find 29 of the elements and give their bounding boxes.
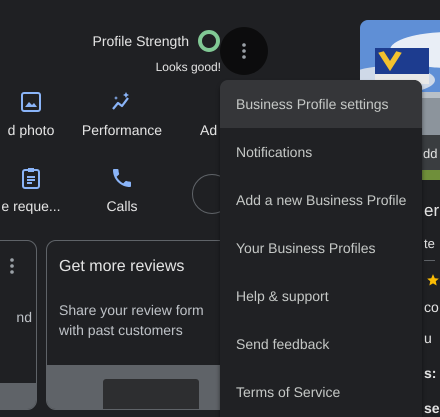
- action-button[interactable]: Performance: [62, 90, 182, 146]
- card-title: Get more reviews: [59, 257, 184, 277]
- description-text: u: [424, 328, 432, 348]
- card-description: nd: [15, 308, 33, 327]
- action-button[interactable]: e reque...: [0, 166, 62, 222]
- menu-item[interactable]: Terms of Service: [220, 368, 422, 416]
- menu-item[interactable]: Your Business Profiles: [220, 224, 422, 272]
- action-button[interactable]: Calls: [62, 166, 182, 222]
- star-icon: [426, 272, 440, 286]
- profile-strength-label: Profile Strength: [92, 32, 189, 51]
- menu-item[interactable]: Send feedback: [220, 320, 422, 368]
- phone-icon: [110, 166, 134, 190]
- action-button[interactable]: d photo: [0, 90, 62, 146]
- info-label: se: [424, 398, 440, 417]
- kebab-icon: [242, 43, 246, 59]
- image-icon: [19, 90, 43, 114]
- description-text: co: [424, 298, 439, 316]
- progress-ring: [197, 29, 221, 53]
- tab-label[interactable]: te: [424, 234, 435, 260]
- menu-item[interactable]: Business Profile settings: [220, 80, 422, 128]
- business-name: er: [424, 200, 440, 222]
- profile-strength-status: Looks good!: [156, 59, 221, 76]
- card-description: Share your review form with past customers: [59, 301, 205, 340]
- info-label: s:: [424, 364, 436, 382]
- menu-item[interactable]: Notifications: [220, 128, 422, 176]
- menu-item[interactable]: Add a new Business Profile: [220, 176, 422, 224]
- kebab-icon[interactable]: [10, 258, 14, 274]
- clipboard-icon: [19, 166, 43, 190]
- menu-item[interactable]: Help & support: [220, 272, 422, 320]
